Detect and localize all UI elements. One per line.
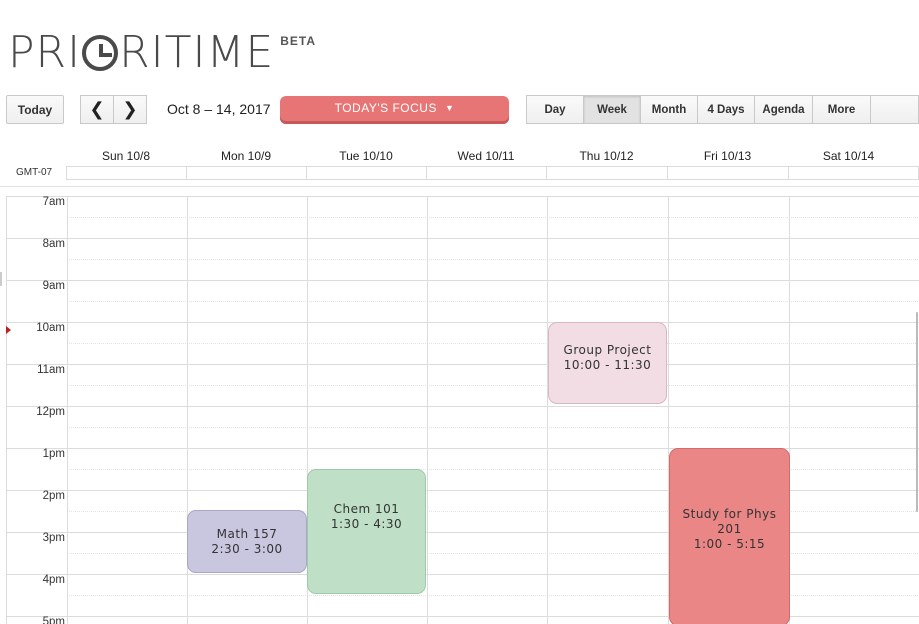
half-hour-line xyxy=(67,259,919,260)
hour-line xyxy=(7,406,919,407)
beta-badge: BETA xyxy=(280,34,317,48)
clock-icon xyxy=(82,35,119,71)
hour-line xyxy=(7,364,919,365)
event-time: 1:00 - 5:15 xyxy=(693,537,766,551)
day-header-thu[interactable]: Thu 10/12 xyxy=(546,149,667,163)
time-label-9am: 9am xyxy=(42,280,65,292)
chevron-right-icon: ❯ xyxy=(122,99,138,119)
day-header-fri[interactable]: Fri 10/13 xyxy=(667,149,788,163)
logo-text-right: RITIME xyxy=(119,27,275,78)
half-hour-line xyxy=(67,595,919,596)
day-header-sat[interactable]: Sat 10/14 xyxy=(788,149,909,163)
all-day-divider xyxy=(306,166,307,180)
logo-text-left: PRI xyxy=(8,27,82,78)
prev-button[interactable]: ❮ xyxy=(80,95,114,124)
header-divider xyxy=(0,186,919,187)
week-grid[interactable]: 7am 8am 9am 10am 11am 12pm 1pm 2pm 3pm 4… xyxy=(6,196,919,624)
event-time: 2:30 - 3:00 xyxy=(211,541,283,556)
hour-line xyxy=(7,196,919,197)
all-day-divider xyxy=(186,166,187,180)
next-button[interactable]: ❯ xyxy=(114,95,147,124)
event-math-157[interactable]: Math 157 2:30 - 3:00 xyxy=(187,510,307,573)
day-header-tue[interactable]: Tue 10/10 xyxy=(306,149,426,163)
current-time-marker xyxy=(6,326,11,334)
all-day-divider xyxy=(788,166,789,180)
event-time: 10:00 - 11:30 xyxy=(563,358,652,372)
event-study-phys-201[interactable]: Study for Phys 201 1:00 - 5:15 xyxy=(669,448,790,624)
half-hour-line xyxy=(67,217,919,218)
date-navigation: ❮ ❯ xyxy=(80,95,147,124)
event-title: Study for Phys 201 xyxy=(682,507,777,536)
logo-wordmark: PRI RITIME xyxy=(8,28,274,78)
timezone-label: GMT-07 xyxy=(16,167,53,178)
day-column-divider xyxy=(547,196,548,624)
scrollbar[interactable] xyxy=(916,312,918,512)
day-header-wed[interactable]: Wed 10/11 xyxy=(426,149,546,163)
date-range-label: Oct 8 – 14, 2017 xyxy=(167,101,271,117)
half-hour-line xyxy=(67,385,919,386)
half-hour-line xyxy=(67,427,919,428)
view-more-button[interactable]: More xyxy=(813,95,871,124)
time-label-1pm: 1pm xyxy=(42,448,65,460)
event-title: Group Project xyxy=(563,343,652,357)
view-month-button[interactable]: Month xyxy=(641,95,698,124)
half-hour-line xyxy=(67,301,919,302)
half-hour-line xyxy=(67,469,919,470)
time-label-4pm: 4pm xyxy=(42,574,65,586)
view-week-button[interactable]: Week xyxy=(584,95,641,124)
event-chem-101[interactable]: Chem 101 1:30 - 4:30 xyxy=(307,469,426,594)
time-label-12pm: 12pm xyxy=(36,406,65,418)
day-header-sun[interactable]: Sun 10/8 xyxy=(66,149,186,163)
all-day-divider xyxy=(667,166,668,180)
event-title: Chem 101 xyxy=(333,502,400,516)
sidebar-handle[interactable] xyxy=(0,272,2,286)
all-day-row[interactable] xyxy=(66,166,919,180)
hour-line xyxy=(7,238,919,239)
time-label-7am: 7am xyxy=(42,196,65,208)
chevron-left-icon: ❮ xyxy=(89,99,105,119)
time-label-2pm: 2pm xyxy=(42,490,65,502)
view-extra-button[interactable] xyxy=(871,95,919,124)
time-label-11am: 11am xyxy=(37,364,65,376)
day-column-divider xyxy=(67,196,68,624)
all-day-divider xyxy=(546,166,547,180)
hour-line xyxy=(7,322,919,323)
caret-down-icon: ▼ xyxy=(444,102,455,113)
view-switcher: Day Week Month 4 Days Agenda More xyxy=(526,95,919,124)
todays-focus-button[interactable]: TODAY'S FOCUS ▼ xyxy=(280,96,509,124)
view-agenda-button[interactable]: Agenda xyxy=(755,95,813,124)
time-label-8am: 8am xyxy=(42,238,65,250)
hour-line xyxy=(7,280,919,281)
app-logo: PRI RITIME BETA xyxy=(8,28,316,78)
view-4days-button[interactable]: 4 Days xyxy=(698,95,755,124)
all-day-divider xyxy=(426,166,427,180)
view-day-button[interactable]: Day xyxy=(526,95,584,124)
half-hour-line xyxy=(67,343,919,344)
today-button[interactable]: Today xyxy=(6,95,64,124)
event-title: Math 157 xyxy=(216,526,278,541)
event-time: 1:30 - 4:30 xyxy=(330,517,403,531)
time-label-5pm: 5pm xyxy=(42,616,65,624)
day-header-mon[interactable]: Mon 10/9 xyxy=(186,149,306,163)
time-label-3pm: 3pm xyxy=(42,532,65,544)
time-label-10am: 10am xyxy=(36,322,65,334)
day-column-divider xyxy=(427,196,428,624)
todays-focus-label: TODAY'S FOCUS xyxy=(334,100,437,115)
event-group-project[interactable]: Group Project 10:00 - 11:30 xyxy=(548,322,667,404)
